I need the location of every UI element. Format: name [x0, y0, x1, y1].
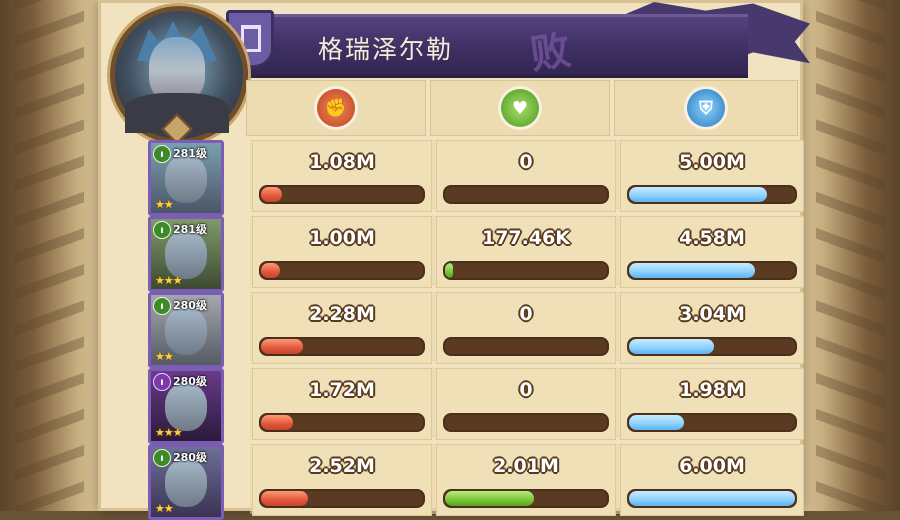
- hero-card-face: [165, 383, 207, 431]
- damage-taken-cell: 5.00M: [620, 140, 804, 212]
- damage-taken-value: 1.98M: [679, 379, 745, 401]
- healing-icon: ♥: [501, 89, 539, 127]
- healing-bar: [443, 413, 609, 432]
- hero-stat-row: ı 280级 ★★★ 1.72M 0 1.98M: [118, 366, 804, 444]
- damage-bar-fill: [261, 187, 283, 202]
- damage-taken-bar-fill: [629, 491, 795, 506]
- damage-taken-cell: 6.00M: [620, 444, 804, 516]
- frame-left: [0, 0, 110, 511]
- damage-bar: [259, 261, 425, 280]
- healing-cell: 2.01M: [436, 444, 616, 516]
- damage-taken-bar: [627, 413, 797, 432]
- damage-icon: ✊: [317, 89, 355, 127]
- hero-stars: ★★: [155, 198, 174, 211]
- hero-card-face: [165, 231, 207, 279]
- damage-taken-bar-fill: [629, 415, 684, 430]
- shield-icon: ⛨: [687, 89, 725, 127]
- healing-value: 0: [519, 303, 533, 325]
- damage-value: 2.28M: [309, 303, 375, 325]
- damage-taken-bar: [627, 489, 797, 508]
- hero-level: 280级: [173, 299, 207, 312]
- faction-icon: ı: [153, 373, 171, 391]
- damage-header: ✊: [246, 80, 426, 136]
- damage-taken-cell: 4.58M: [620, 216, 804, 288]
- damage-cell: 1.08M: [252, 140, 432, 212]
- hero-level: 281级: [173, 147, 207, 160]
- damage-bar-fill: [261, 339, 304, 354]
- damage-value: 2.52M: [309, 455, 375, 477]
- hero-stars: ★★: [155, 502, 174, 515]
- damage-cell: 2.52M: [252, 444, 432, 516]
- hero-card[interactable]: ı 280级 ★★: [148, 444, 224, 520]
- healing-value: 0: [519, 151, 533, 173]
- damage-cell: 2.28M: [252, 292, 432, 364]
- damage-value: 1.00M: [309, 227, 375, 249]
- faction-icon: ı: [153, 297, 171, 315]
- hero-card-face: [165, 459, 207, 507]
- healing-bar: [443, 185, 609, 204]
- hero-stat-row: ı 280级 ★★ 2.28M 0 3.04M: [118, 290, 804, 368]
- hero-level: 280级: [173, 451, 207, 464]
- healing-cell: 0: [436, 140, 616, 212]
- hero-banner: [228, 14, 748, 78]
- damage-taken-cell: 1.98M: [620, 368, 804, 440]
- healing-bar-fill: [445, 491, 535, 506]
- damage-bar-fill: [261, 491, 308, 506]
- faction-icon: ı: [153, 449, 171, 467]
- frame-right: [790, 0, 900, 511]
- damage-cell: 1.00M: [252, 216, 432, 288]
- damage-bar: [259, 337, 425, 356]
- hero-stat-row: ı 280级 ★★ 2.52M 2.01M 6.00M: [118, 442, 804, 520]
- damage-value: 1.08M: [309, 151, 375, 173]
- hero-card[interactable]: ı 281级 ★★★: [148, 216, 224, 292]
- damage-taken-header: ⛨: [614, 80, 798, 136]
- damage-taken-value: 4.58M: [679, 227, 745, 249]
- hero-card-face: [165, 307, 207, 355]
- damage-taken-bar: [627, 185, 797, 204]
- damage-taken-bar: [627, 261, 797, 280]
- hero-stars: ★★★: [155, 274, 183, 287]
- damage-bar: [259, 489, 425, 508]
- hero-card[interactable]: ı 280级 ★★★: [148, 368, 224, 444]
- hero-stars: ★★: [155, 350, 174, 363]
- healing-value: 2.01M: [493, 455, 559, 477]
- damage-taken-cell: 3.04M: [620, 292, 804, 364]
- healing-value: 0: [519, 379, 533, 401]
- healing-cell: 0: [436, 292, 616, 364]
- hero-level: 280级: [173, 375, 207, 388]
- damage-taken-value: 5.00M: [679, 151, 745, 173]
- damage-cell: 1.72M: [252, 368, 432, 440]
- healing-cell: 0: [436, 368, 616, 440]
- damage-bar-fill: [261, 263, 281, 278]
- hero-stars: ★★★: [155, 426, 183, 439]
- healing-value: 177.46K: [481, 227, 571, 249]
- damage-bar: [259, 185, 425, 204]
- damage-taken-bar-fill: [629, 187, 767, 202]
- faction-icon: ı: [153, 145, 171, 163]
- damage-bar-fill: [261, 415, 294, 430]
- healing-bar: [443, 489, 609, 508]
- damage-taken-bar-fill: [629, 339, 714, 354]
- healing-bar: [443, 261, 609, 280]
- healing-header: ♥: [430, 80, 610, 136]
- hero-level: 281级: [173, 223, 207, 236]
- damage-value: 1.72M: [309, 379, 375, 401]
- damage-taken-bar-fill: [629, 263, 756, 278]
- hero-card[interactable]: ı 281级 ★★: [148, 140, 224, 216]
- damage-taken-value: 6.00M: [679, 455, 745, 477]
- hero-name: 格瑞泽尔勒: [318, 35, 454, 64]
- damage-bar: [259, 413, 425, 432]
- damage-taken-bar: [627, 337, 797, 356]
- hero-stat-row: ı 281级 ★★ 1.08M 0 5.00M: [118, 138, 804, 216]
- damage-taken-value: 3.04M: [679, 303, 745, 325]
- hero-card-face: [165, 155, 207, 203]
- defeat-stamp: 败: [527, 27, 574, 79]
- hero-stat-row: ı 281级 ★★★ 1.00M 177.46K 4.58M: [118, 214, 804, 292]
- healing-cell: 177.46K: [436, 216, 616, 288]
- hero-card[interactable]: ı 280级 ★★: [148, 292, 224, 368]
- healing-bar: [443, 337, 609, 356]
- faction-icon: ı: [153, 221, 171, 239]
- healing-bar-fill: [445, 263, 454, 278]
